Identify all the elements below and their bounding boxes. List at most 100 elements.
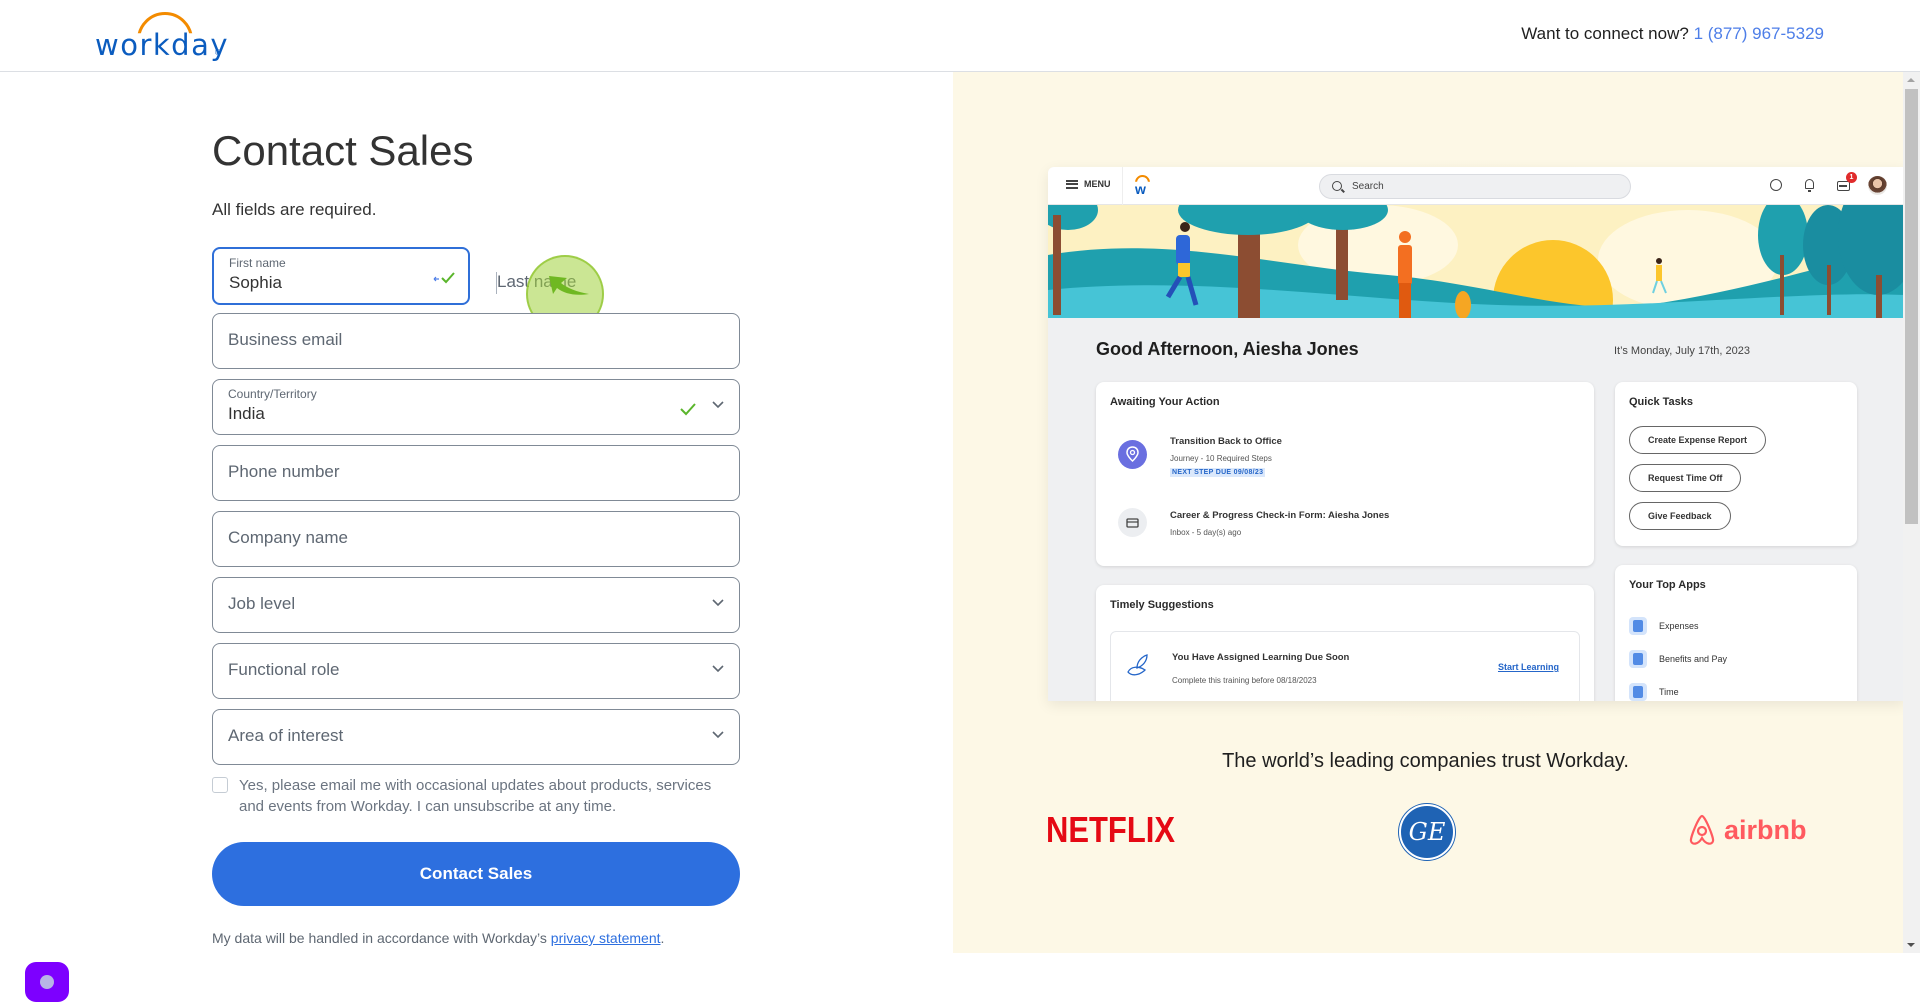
- connect-prompt: Want to connect now? 1 (877) 967-5329: [1521, 24, 1824, 44]
- time-clock-icon: [1629, 683, 1647, 701]
- country-value: India: [228, 404, 265, 423]
- workday-logo[interactable]: workday ®: [95, 10, 228, 62]
- scroll-down-arrow-icon[interactable]: [1907, 943, 1915, 947]
- scroll-up-arrow-icon[interactable]: [1907, 78, 1915, 82]
- app-label: Benefits and Pay: [1659, 654, 1728, 664]
- trust-headline: The world’s leading companies trust Work…: [1222, 750, 1629, 772]
- awaiting-item-title: Transition Back to Office: [1170, 436, 1282, 447]
- workday-w-logo-icon: w: [1134, 175, 1152, 197]
- company-name-field[interactable]: Company name: [212, 511, 740, 567]
- contact-form-panel: Contact Sales All fields are required. F…: [0, 72, 953, 1002]
- page-title: Contact Sales: [212, 127, 474, 174]
- first-name-field[interactable]: First name Sophia: [212, 247, 470, 305]
- inbox-tray-icon: 1: [1834, 172, 1857, 195]
- chevron-down-icon: [712, 401, 724, 409]
- awaiting-item-subtitle: Journey - 10 Required Steps: [1170, 454, 1272, 463]
- timely-title: Timely Suggestions: [1110, 599, 1214, 611]
- learning-leaf-icon: [1127, 654, 1148, 676]
- quick-task-button: Request Time Off: [1629, 464, 1742, 492]
- privacy-suffix: .: [660, 930, 665, 946]
- business-email-placeholder: Business email: [228, 330, 343, 349]
- business-email-field[interactable]: Business email: [212, 313, 740, 369]
- start-learning-link: Start Learning: [1497, 662, 1559, 672]
- country-select[interactable]: Country/Territory India: [212, 379, 740, 435]
- mockup-topbar: MENU w Search 1: [1048, 167, 1905, 205]
- quick-tasks-title: Quick Tasks: [1629, 396, 1693, 408]
- autofill-check-icon: [433, 272, 455, 284]
- search-placeholder: Search: [1352, 181, 1384, 192]
- quick-task-button: Create Expense Report: [1629, 426, 1767, 454]
- promo-panel: MENU w Search 1 Good Afternoon, Aiesha J…: [953, 72, 1905, 953]
- user-avatar: [1868, 175, 1887, 195]
- cursor-arrow-icon: [549, 276, 589, 295]
- connect-text: Want to connect now?: [1521, 24, 1689, 43]
- app-item: Expenses: [1629, 617, 1699, 635]
- phone-link[interactable]: 1 (877) 967-5329: [1694, 24, 1824, 43]
- chat-icon: [40, 975, 54, 989]
- first-name-label: First name: [229, 256, 286, 270]
- site-header: workday ® Want to connect now? 1 (877) 9…: [0, 0, 1920, 72]
- app-label: Time: [1659, 687, 1679, 697]
- ge-logo: GE: [1399, 804, 1455, 860]
- suggestion-title: You Have Assigned Learning Due Soon: [1172, 652, 1350, 663]
- required-note: All fields are required.: [212, 200, 377, 219]
- airbnb-belo-icon: [1689, 814, 1715, 845]
- privacy-prefix: My data will be handled in accordance wi…: [212, 930, 551, 946]
- dashboard-date: It’s Monday, July 17th, 2023: [1614, 345, 1750, 357]
- logo-wordmark: workday: [95, 28, 230, 62]
- functional-role-select[interactable]: Functional role: [212, 643, 740, 699]
- mockup-search-bar: Search: [1319, 174, 1631, 199]
- search-icon: [1332, 181, 1342, 191]
- dashboard-greeting: Good Afternoon, Aiesha Jones: [1096, 339, 1359, 359]
- app-item: Benefits and Pay: [1629, 650, 1727, 668]
- hamburger-icon: [1066, 179, 1078, 189]
- notification-badge: 1: [1846, 172, 1857, 183]
- expenses-icon: [1629, 617, 1647, 635]
- area-of-interest-placeholder: Area of interest: [228, 726, 344, 745]
- job-level-select[interactable]: Job level: [212, 577, 740, 633]
- phone-number-field[interactable]: Phone number: [212, 445, 740, 501]
- awaiting-action-card: Awaiting Your Action Transition Back to …: [1096, 382, 1594, 566]
- company-name-placeholder: Company name: [228, 528, 349, 547]
- topbar-divider: [1122, 167, 1123, 205]
- contact-sales-button[interactable]: Contact Sales: [212, 842, 740, 906]
- page-scrollbar[interactable]: [1903, 72, 1920, 953]
- mockup-topbar-icons: 1: [1766, 172, 1887, 195]
- dashboard-mockup: MENU w Search 1 Good Afternoon, Aiesha J…: [1048, 167, 1905, 701]
- airbnb-wordmark: airbnb: [1724, 814, 1807, 845]
- quick-task-button: Give Feedback: [1629, 502, 1731, 530]
- app-item: Time: [1629, 683, 1679, 701]
- country-label: Country/Territory: [228, 387, 317, 401]
- top-apps-title: Your Top Apps: [1629, 579, 1706, 591]
- bell-icon: [1800, 175, 1820, 195]
- awaiting-item-title: Career & Progress Check-in Form: Aiesha …: [1170, 510, 1390, 521]
- consent-text: Yes, please email me with occasional upd…: [239, 777, 712, 815]
- valid-check-icon: [680, 403, 696, 416]
- privacy-note: My data will be handled in accordance wi…: [212, 930, 664, 946]
- awaiting-title: Awaiting Your Action: [1110, 396, 1220, 408]
- chevron-down-icon: [712, 665, 724, 673]
- consent-checkbox[interactable]: [212, 777, 228, 793]
- chevron-down-icon: [712, 599, 724, 607]
- location-pin-icon: [1118, 440, 1147, 469]
- awaiting-item-subtitle: Inbox - 5 day(s) ago: [1170, 528, 1242, 537]
- chevron-down-icon: [712, 731, 724, 739]
- chat-widget-button[interactable]: [25, 962, 69, 1002]
- quick-tasks-card: Quick Tasks Create Expense Report Reques…: [1615, 382, 1857, 546]
- job-level-placeholder: Job level: [228, 594, 296, 613]
- scrollbar-thumb[interactable]: [1905, 89, 1918, 524]
- airbnb-logo: airbnb: [1686, 812, 1807, 848]
- benefits-shield-icon: [1629, 650, 1647, 668]
- menu-label: MENU: [1084, 179, 1111, 189]
- logo-registered-mark: ®: [215, 48, 221, 57]
- netflix-logo: NETFLIX: [1046, 809, 1175, 850]
- area-of-interest-select[interactable]: Area of interest: [212, 709, 740, 765]
- due-tag: NEXT STEP DUE 09/08/23: [1170, 468, 1266, 477]
- hero-illustration: [1048, 205, 1905, 318]
- suggestion-item: You Have Assigned Learning Due Soon Comp…: [1110, 631, 1580, 701]
- privacy-statement-link[interactable]: privacy statement: [551, 930, 661, 946]
- functional-role-placeholder: Functional role: [228, 660, 340, 679]
- timely-suggestions-card: Timely Suggestions You Have Assigned Lea…: [1096, 585, 1594, 701]
- first-name-value: Sophia: [229, 273, 282, 292]
- app-label: Expenses: [1659, 621, 1699, 631]
